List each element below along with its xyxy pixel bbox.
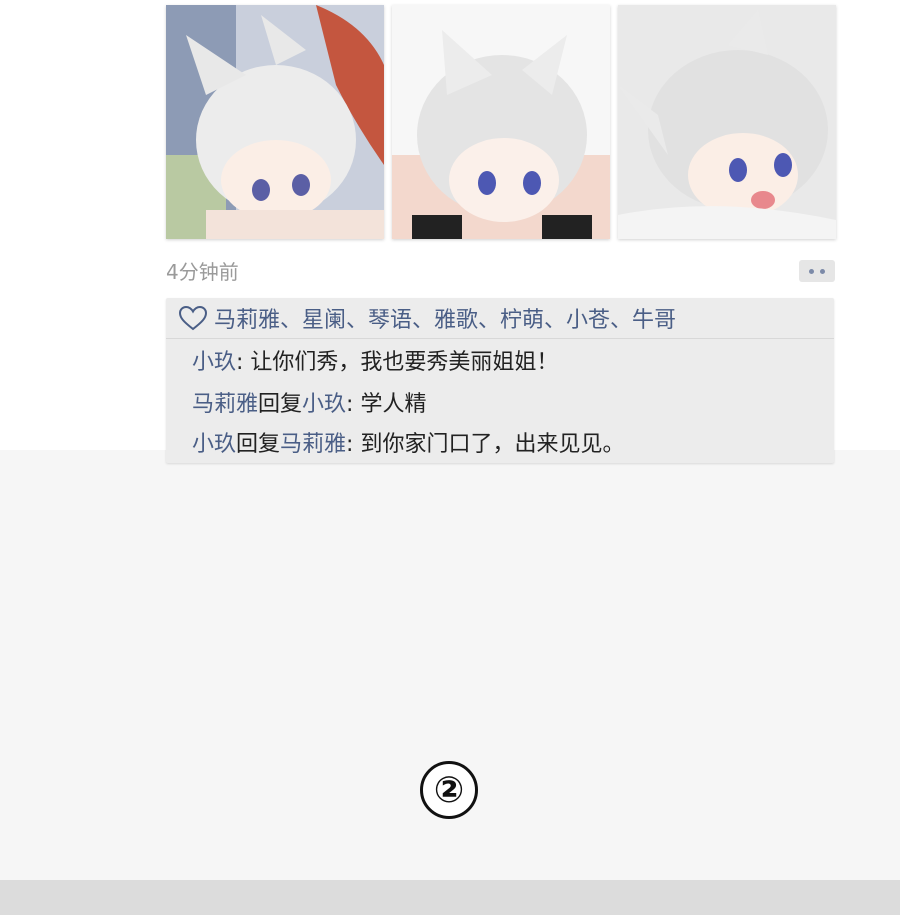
comment-text: 学人精 [360,392,427,417]
dot [820,268,825,274]
reply-target[interactable]: 马莉雅 [280,432,346,457]
comment-separator: : [236,350,251,375]
heart-icon[interactable] [178,305,208,331]
comment-author[interactable]: 小玖 [192,432,236,457]
post-timestamp: 4分钟前 [166,260,239,284]
anime-character-image [392,5,610,239]
reply-target[interactable]: 小玖 [302,392,346,417]
page-number: ② [420,761,478,819]
bottom-bar [0,880,900,915]
dot [809,268,814,274]
comment-separator: : [346,432,361,457]
anime-character-image [166,5,384,239]
comment-author[interactable]: 小玖 [192,350,236,375]
comment-box: 马莉雅、星阑、琴语、雅歌、柠萌、小苍、牛哥 小玖: 让你们秀，我也要秀美丽姐姐！… [166,298,834,463]
likes-names[interactable]: 马莉雅、星阑、琴语、雅歌、柠萌、小苍、牛哥 [214,302,676,334]
reply-label: 回复 [258,392,303,417]
comment-separator: : [346,392,361,417]
photo-grid [166,5,836,239]
reply-label: 回复 [236,432,281,457]
photo-1[interactable] [166,5,384,239]
photo-3[interactable] [618,5,836,239]
comment-item[interactable]: 小玖: 让你们秀，我也要秀美丽姐姐！ [192,344,558,376]
likes-row: 马莉雅、星阑、琴语、雅歌、柠萌、小苍、牛哥 [166,298,834,339]
comment-item[interactable]: 马莉雅回复小玖: 学人精 [192,386,426,418]
comment-author[interactable]: 马莉雅 [192,392,258,417]
more-dots-icon[interactable] [799,260,835,282]
comment-text: 让你们秀，我也要秀美丽姐姐！ [250,350,559,375]
photo-2[interactable] [392,5,610,239]
comment-text: 到你家门口了，出来见见。 [360,432,625,457]
comment-item[interactable]: 小玖回复马莉雅: 到你家门口了，出来见见。 [192,426,624,458]
anime-character-image [618,5,836,239]
